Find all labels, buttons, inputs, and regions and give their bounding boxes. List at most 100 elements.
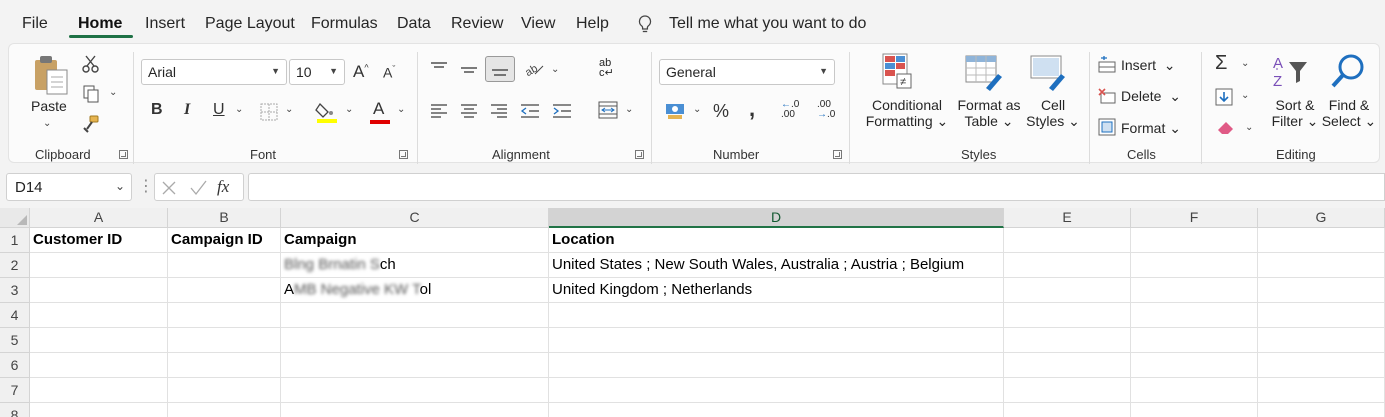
font-color-dropdown-icon[interactable]: ⌄	[397, 104, 405, 115]
cell-a5[interactable]	[30, 328, 168, 353]
find-select-button[interactable]: Find & Select ⌄	[1319, 97, 1379, 130]
cell-g8[interactable]	[1258, 403, 1385, 417]
menu-formulas[interactable]: Formulas	[311, 15, 378, 33]
cell-c3[interactable]: AMB Negative KW Tol	[281, 278, 549, 303]
chevron-down-icon[interactable]: ⌄	[115, 179, 125, 193]
cell-e2[interactable]	[1004, 253, 1131, 278]
enter-check-icon[interactable]	[189, 180, 207, 196]
number-launcher-icon[interactable]	[833, 150, 842, 159]
row-header-5[interactable]: 5	[0, 328, 30, 353]
tell-me-search[interactable]: Tell me what you want to do	[669, 15, 866, 33]
cell-f7[interactable]	[1131, 378, 1258, 403]
font-launcher-icon[interactable]	[399, 150, 408, 159]
formula-input[interactable]	[248, 173, 1385, 201]
column-header-a[interactable]: A	[30, 208, 168, 228]
cell-e3[interactable]	[1004, 278, 1131, 303]
cell-f4[interactable]	[1131, 303, 1258, 328]
cell-a7[interactable]	[30, 378, 168, 403]
cell-g1[interactable]	[1258, 228, 1385, 253]
cell-styles-button[interactable]: Cell Styles ⌄	[1021, 97, 1085, 130]
cell-e6[interactable]	[1004, 353, 1131, 378]
cell-e5[interactable]	[1004, 328, 1131, 353]
cell-c7[interactable]	[281, 378, 549, 403]
format-painter-icon[interactable]	[81, 114, 101, 134]
bottom-align-button[interactable]	[485, 56, 515, 82]
decrease-indent-icon[interactable]	[519, 102, 541, 120]
cell-b5[interactable]	[168, 328, 281, 353]
cell-a6[interactable]	[30, 353, 168, 378]
borders-icon[interactable]	[259, 102, 279, 122]
row-header-3[interactable]: 3	[0, 278, 30, 303]
align-right-icon[interactable]	[489, 102, 509, 120]
paste-dropdown-icon[interactable]: ⌄	[43, 118, 51, 129]
cell-e4[interactable]	[1004, 303, 1131, 328]
cell-b2[interactable]	[168, 253, 281, 278]
cell-f6[interactable]	[1131, 353, 1258, 378]
merge-center-icon[interactable]	[597, 100, 619, 120]
number-format-select[interactable]: General ▼	[659, 59, 835, 85]
row-header-2[interactable]: 2	[0, 253, 30, 278]
increase-font-icon[interactable]: A^	[353, 62, 369, 82]
delete-button[interactable]: Delete ⌄	[1121, 88, 1181, 105]
format-as-table-icon[interactable]	[962, 52, 1004, 92]
cell-g3[interactable]	[1258, 278, 1385, 303]
cell-f8[interactable]	[1131, 403, 1258, 417]
italic-button[interactable]: I	[184, 101, 190, 119]
cell-c6[interactable]	[281, 353, 549, 378]
align-left-icon[interactable]	[429, 102, 449, 120]
cell-d6[interactable]	[549, 353, 1004, 378]
comma-style-button[interactable]: ,	[749, 96, 755, 122]
copy-icon[interactable]	[81, 84, 101, 104]
increase-decimal-button[interactable]: ←.0.00	[781, 100, 799, 120]
clear-dropdown-icon[interactable]: ⌄	[1245, 122, 1253, 133]
paste-button[interactable]: Paste	[31, 98, 67, 114]
cell-d8[interactable]	[549, 403, 1004, 417]
cell-b6[interactable]	[168, 353, 281, 378]
borders-dropdown-icon[interactable]: ⌄	[285, 104, 293, 115]
column-header-b[interactable]: B	[168, 208, 281, 228]
conditional-formatting-button[interactable]: Conditional Formatting ⌄	[863, 97, 951, 130]
cell-a3[interactable]	[30, 278, 168, 303]
underline-button[interactable]: U	[213, 101, 225, 119]
cell-c8[interactable]	[281, 403, 549, 417]
fill-down-icon[interactable]	[1215, 88, 1233, 106]
percent-button[interactable]: %	[713, 101, 729, 122]
cell-c1[interactable]: Campaign	[281, 228, 549, 253]
decrease-decimal-button[interactable]: .00 →.0	[817, 100, 835, 120]
format-as-table-button[interactable]: Format as Table ⌄	[949, 97, 1029, 130]
cell-styles-icon[interactable]	[1027, 52, 1069, 92]
row-header-6[interactable]: 6	[0, 353, 30, 378]
column-header-e[interactable]: E	[1004, 208, 1131, 228]
font-size-select[interactable]: 10 ▼	[289, 59, 345, 85]
row-header-4[interactable]: 4	[0, 303, 30, 328]
cell-b7[interactable]	[168, 378, 281, 403]
cell-g4[interactable]	[1258, 303, 1385, 328]
cell-f2[interactable]	[1131, 253, 1258, 278]
clipboard-launcher-icon[interactable]	[119, 150, 128, 159]
row-header-7[interactable]: 7	[0, 378, 30, 403]
fill-dropdown-icon[interactable]: ⌄	[345, 104, 353, 115]
top-align-icon[interactable]	[429, 60, 449, 78]
sort-filter-button[interactable]: Sort & Filter ⌄	[1265, 97, 1325, 130]
cell-f3[interactable]	[1131, 278, 1258, 303]
middle-align-icon[interactable]	[459, 60, 479, 78]
cell-g2[interactable]	[1258, 253, 1385, 278]
column-header-c[interactable]: C	[281, 208, 549, 228]
copy-dropdown-icon[interactable]: ⌄	[109, 87, 117, 98]
clear-eraser-icon[interactable]	[1215, 118, 1237, 136]
format-cells-icon[interactable]	[1097, 117, 1117, 137]
menu-insert[interactable]: Insert	[145, 15, 185, 33]
column-header-d[interactable]: D	[549, 208, 1004, 228]
menu-data[interactable]: Data	[397, 15, 431, 33]
accounting-format-icon[interactable]	[664, 100, 686, 122]
cell-d2[interactable]: United States ; New South Wales, Austral…	[549, 253, 1004, 278]
alignment-launcher-icon[interactable]	[635, 150, 644, 159]
column-header-g[interactable]: G	[1258, 208, 1385, 228]
cell-e1[interactable]	[1004, 228, 1131, 253]
cell-b8[interactable]	[168, 403, 281, 417]
more-options-icon[interactable]: ⋮	[138, 176, 154, 196]
merge-dropdown-icon[interactable]: ⌄	[625, 104, 633, 115]
cell-e7[interactable]	[1004, 378, 1131, 403]
cell-f5[interactable]	[1131, 328, 1258, 353]
column-header-f[interactable]: F	[1131, 208, 1258, 228]
